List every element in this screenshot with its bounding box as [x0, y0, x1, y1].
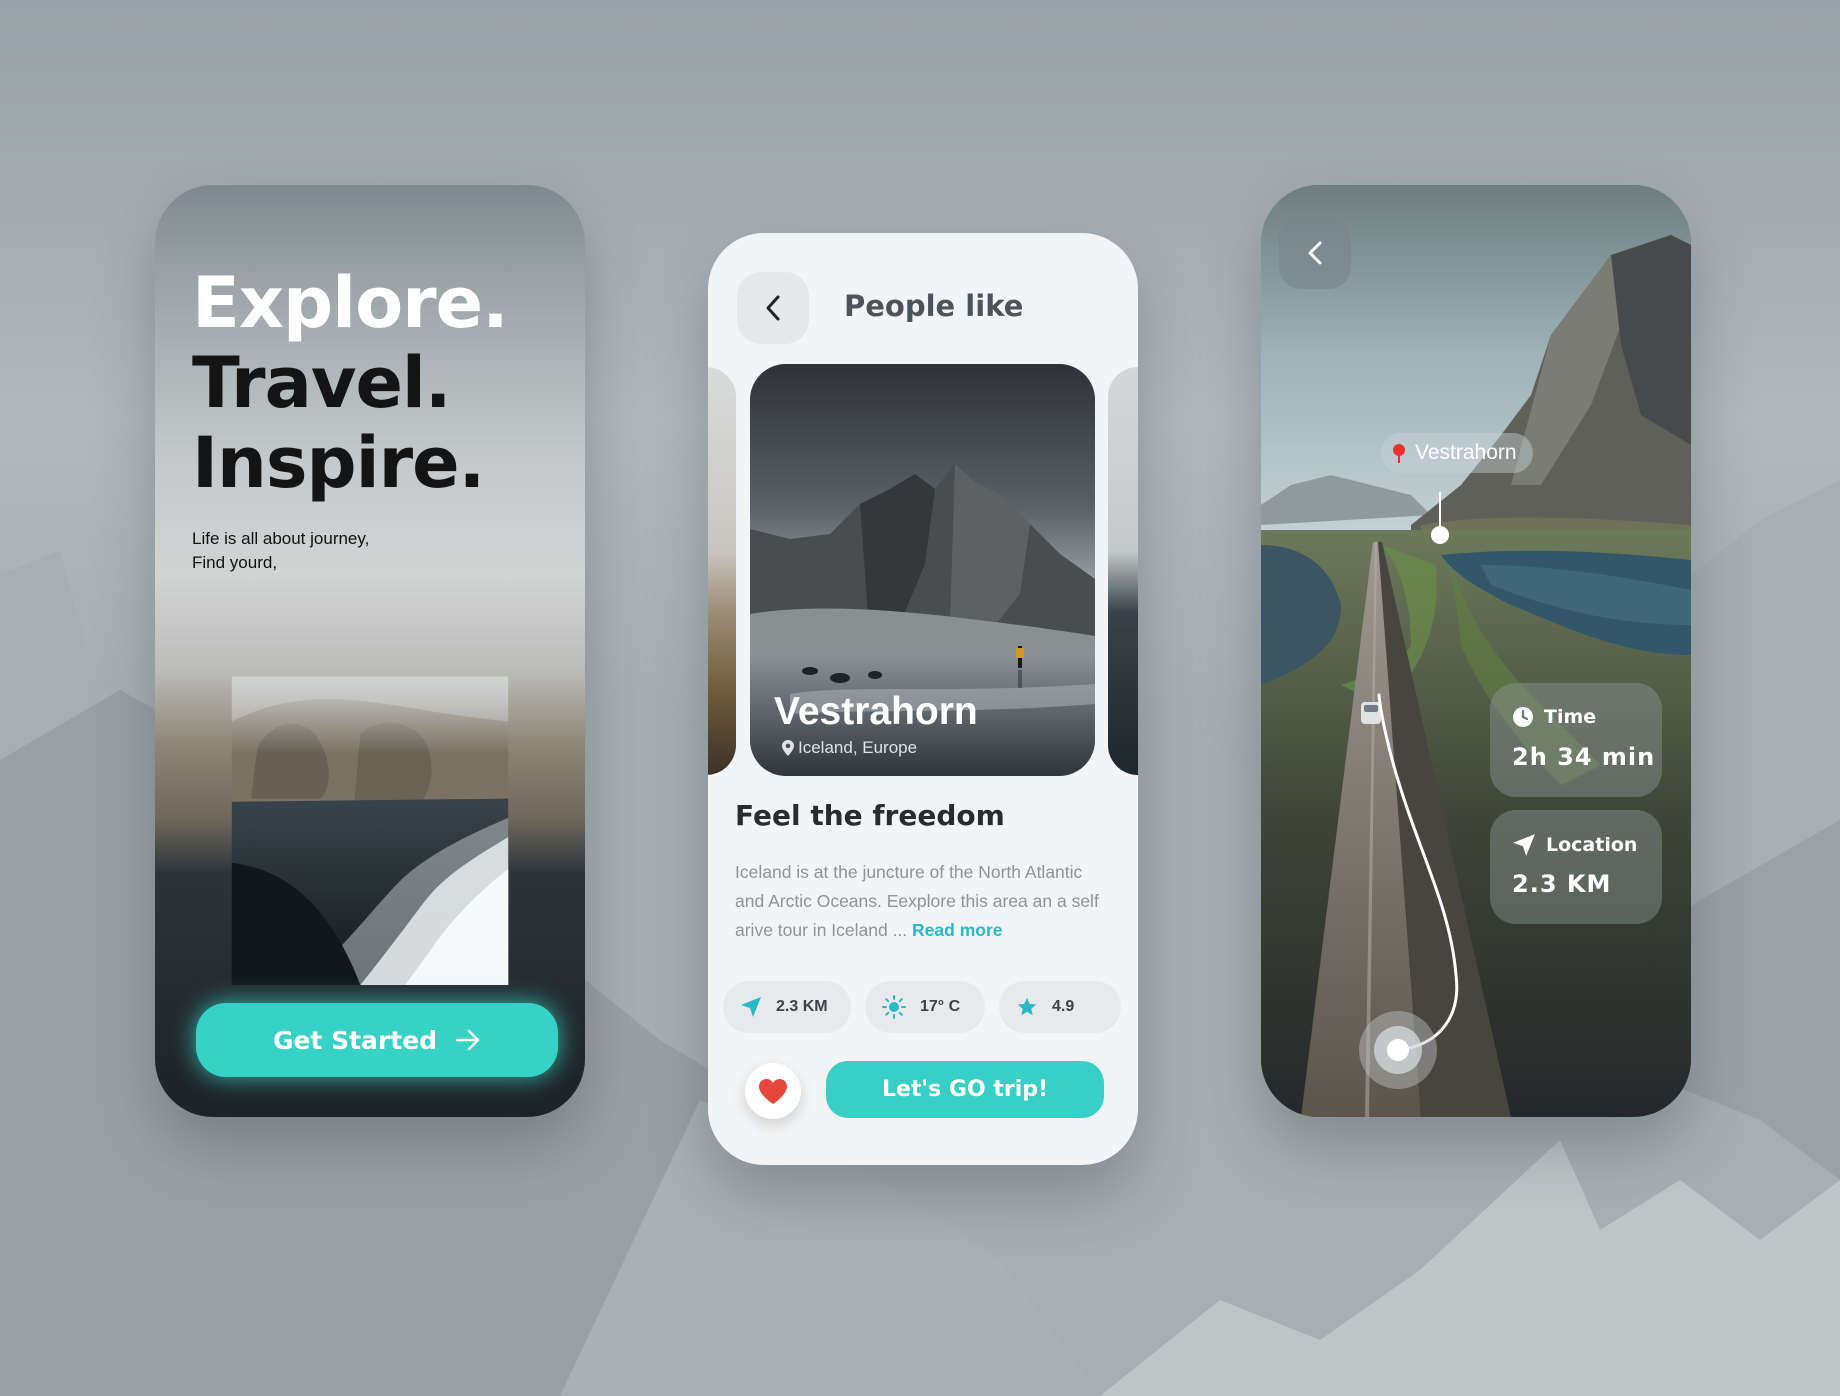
description-line-1: Iceland is at the juncture of the North … [735, 862, 1083, 882]
read-more-link[interactable]: Read more [912, 920, 1002, 940]
destination-location-text: Iceland, Europe [798, 738, 918, 757]
headline-line-2: Travel. [192, 342, 452, 424]
lets-go-trip-button[interactable]: Let's GO trip! [826, 1061, 1104, 1118]
map-location-label-text: Vestrahorn [1415, 441, 1517, 464]
navigation-arrow-icon [741, 997, 761, 1017]
back-button[interactable] [737, 272, 809, 344]
map-pin-icon [1393, 444, 1405, 463]
location-card: Location 2.3 KM [1490, 810, 1662, 924]
subtitle-line-2: Find yourd, [192, 553, 278, 572]
time-label-text: Time [1544, 706, 1597, 728]
route-map-screen: Vestrahorn Time 2h 34 min Location 2.3 K… [1261, 185, 1691, 1117]
description-line-3: arive tour in Iceland ... Read more [735, 916, 1120, 945]
arrow-right-icon [455, 1029, 480, 1051]
distance-chip: 2.3 KM [723, 981, 851, 1033]
headline-line-3: Inspire. [192, 422, 485, 504]
location-value: 2.3 KM [1512, 870, 1612, 898]
temperature-chip: 17° C [865, 981, 985, 1033]
subtitle: Life is all about journey, Find yourd, [192, 527, 492, 575]
destination-name: Vestrahorn [774, 690, 978, 733]
sun-icon [882, 995, 906, 1019]
location-label: Location [1512, 833, 1637, 857]
coastal-landscape-image [231, 676, 509, 985]
road-aerial-image [1261, 185, 1691, 1117]
description-line-3-text: arive tour in Iceland ... [735, 920, 913, 940]
time-value: 2h 34 min [1512, 743, 1656, 771]
destination-card[interactable]: Vestrahorn Iceland, Europe [750, 364, 1095, 776]
description-line-2: and Arctic Oceans. Eexplore this area an… [735, 891, 1099, 911]
back-button[interactable] [1279, 217, 1351, 289]
rating-chip: 4.9 [999, 981, 1121, 1033]
time-card: Time 2h 34 min [1490, 683, 1662, 797]
map-location-label[interactable]: Vestrahorn [1381, 433, 1533, 473]
temperature-chip-label: 17° C [920, 998, 961, 1015]
distance-chip-label: 2.3 KM [776, 998, 828, 1015]
time-label: Time [1512, 706, 1596, 728]
description: Iceland is at the juncture of the North … [735, 858, 1120, 945]
favorite-button[interactable] [745, 1063, 801, 1119]
get-started-button[interactable]: Get Started [196, 1003, 558, 1077]
chevron-left-icon [1308, 241, 1322, 265]
destination-location: Iceland, Europe [782, 738, 917, 758]
headline: Explore. Travel. Inspire. [192, 263, 572, 503]
headline-line-1: Explore. [192, 262, 509, 344]
page-title: People like [844, 289, 1024, 323]
location-label-text: Location [1546, 834, 1638, 856]
rating-chip-label: 4.9 [1052, 998, 1075, 1015]
chevron-left-icon [766, 295, 780, 321]
section-heading: Feel the freedom [735, 799, 1005, 832]
clock-icon [1513, 707, 1533, 727]
map-pin-icon [782, 740, 794, 756]
carousel-card-previous[interactable] [708, 367, 736, 775]
navigation-arrow-icon [1513, 834, 1535, 856]
heart-icon [759, 1078, 787, 1104]
onboarding-screen: Explore. Travel. Inspire. Life is all ab… [155, 185, 585, 1117]
subtitle-line-1: Life is all about journey, [192, 529, 370, 548]
get-started-label: Get Started [272, 1025, 438, 1055]
destination-detail-screen: People like Vestrahorn Iceland, Europe F… [708, 233, 1138, 1165]
carousel-card-next[interactable] [1108, 367, 1138, 775]
star-icon [1017, 997, 1037, 1016]
